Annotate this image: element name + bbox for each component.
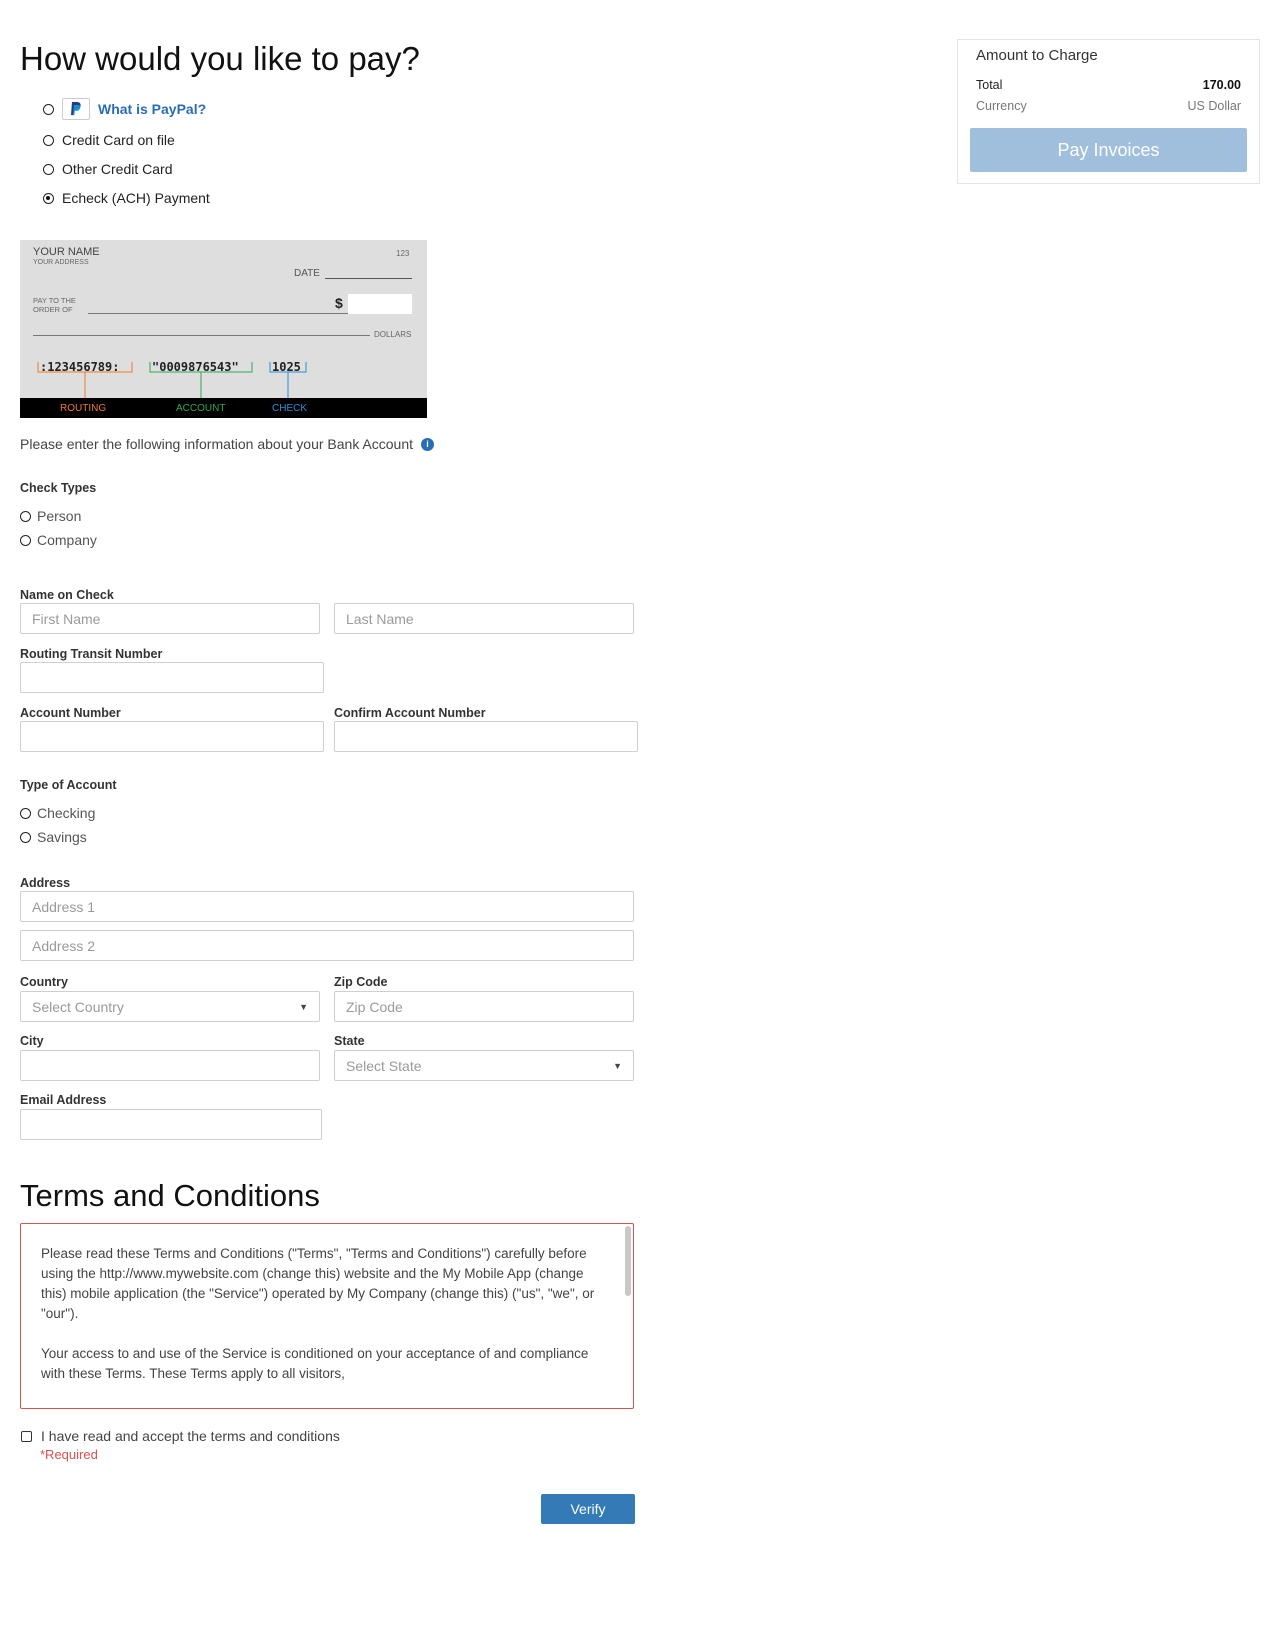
total-value: 170.00 <box>1202 78 1241 92</box>
terms-paragraph-1: Please read these Terms and Conditions (… <box>41 1246 595 1321</box>
echeck-radio[interactable] <box>43 192 54 204</box>
info-icon[interactable]: i <box>421 437 435 451</box>
city-label: City <box>20 1034 44 1048</box>
total-label: Total <box>976 78 1003 92</box>
account-label: ACCOUNT <box>176 403 226 414</box>
chevron-down-icon: ▼ <box>613 1060 622 1071</box>
terms-scrollbar[interactable] <box>625 1226 631 1296</box>
routing-number-input[interactable] <box>20 662 324 693</box>
check-brackets <box>37 362 307 398</box>
account-type-savings[interactable]: Savings <box>20 829 87 845</box>
required-text: *Required <box>40 1447 98 1462</box>
chevron-down-icon: ▼ <box>299 1001 308 1012</box>
state-label: State <box>334 1034 365 1048</box>
payment-option-card-on-file[interactable]: Credit Card on file <box>43 132 175 148</box>
verify-button[interactable]: Verify <box>541 1494 635 1524</box>
terms-box[interactable]: Please read these Terms and Conditions (… <box>20 1223 634 1409</box>
zip-input[interactable] <box>334 991 634 1022</box>
accept-terms-label: I have read and accept the terms and con… <box>41 1428 340 1444</box>
person-radio[interactable] <box>20 510 31 522</box>
email-input[interactable] <box>20 1109 322 1140</box>
check-illustration: YOUR NAME YOUR ADDRESS 123 DATE PAY TO T… <box>20 240 427 418</box>
summary-title: Amount to Charge <box>976 47 1098 64</box>
savings-radio[interactable] <box>20 831 31 843</box>
payment-option-paypal[interactable]: What is PayPal? <box>43 98 206 120</box>
address1-input[interactable] <box>20 891 634 922</box>
check-types-label: Check Types <box>20 481 97 495</box>
check-type-company[interactable]: Company <box>20 532 97 548</box>
terms-paragraph-2: Your access to and use of the Service is… <box>41 1346 589 1381</box>
last-name-input[interactable] <box>334 603 634 634</box>
paypal-logo-icon <box>62 98 90 120</box>
card-on-file-radio[interactable] <box>43 134 54 146</box>
routing-label-field: Routing Transit Number <box>20 647 163 661</box>
company-radio[interactable] <box>20 534 31 546</box>
other-card-label: Other Credit Card <box>62 161 173 177</box>
routing-label: ROUTING <box>60 403 107 414</box>
paypal-radio[interactable] <box>43 103 54 115</box>
address2-input[interactable] <box>20 930 634 961</box>
email-label: Email Address <box>20 1093 107 1107</box>
checking-radio[interactable] <box>20 807 31 819</box>
payment-option-echeck[interactable]: Echeck (ACH) Payment <box>43 190 210 206</box>
account-number-label: Account Number <box>20 706 121 720</box>
currency-value: US Dollar <box>1187 99 1242 113</box>
confirm-account-input[interactable] <box>334 721 638 752</box>
accept-checkbox[interactable] <box>21 1430 32 1442</box>
other-card-radio[interactable] <box>43 163 54 175</box>
page-title: How would you like to pay? <box>20 40 420 77</box>
pay-invoices-button[interactable]: Pay Invoices <box>970 128 1247 172</box>
account-number-input[interactable] <box>20 721 324 752</box>
payment-option-other-card[interactable]: Other Credit Card <box>43 161 172 177</box>
state-select[interactable]: Select State ▼ <box>334 1050 634 1081</box>
check-type-person[interactable]: Person <box>20 508 81 524</box>
amount-summary-panel: Amount to Charge Total 170.00 Currency U… <box>957 39 1260 184</box>
bank-info-text: Please enter the following information a… <box>20 436 414 452</box>
account-type-checking[interactable]: Checking <box>20 805 95 821</box>
check-label: CHECK <box>272 403 308 414</box>
zip-label: Zip Code <box>334 975 388 989</box>
check-label-band: ROUTING ACCOUNT CHECK <box>20 398 427 418</box>
echeck-label: Echeck (ACH) Payment <box>62 190 210 206</box>
address-label: Address <box>20 876 71 890</box>
accept-terms[interactable]: I have read and accept the terms and con… <box>21 1428 340 1444</box>
terms-title: Terms and Conditions <box>20 1178 320 1213</box>
card-on-file-label: Credit Card on file <box>62 132 175 148</box>
name-on-check-label: Name on Check <box>20 588 114 602</box>
city-input[interactable] <box>20 1050 320 1081</box>
country-select[interactable]: Select Country ▼ <box>20 991 320 1022</box>
bank-info-intro: Please enter the following information a… <box>20 436 435 452</box>
country-label: Country <box>20 975 68 989</box>
first-name-input[interactable] <box>20 603 320 634</box>
paypal-link[interactable]: What is PayPal? <box>98 101 206 117</box>
account-type-label: Type of Account <box>20 778 117 792</box>
currency-label: Currency <box>976 99 1027 113</box>
confirm-account-label: Confirm Account Number <box>334 706 486 720</box>
